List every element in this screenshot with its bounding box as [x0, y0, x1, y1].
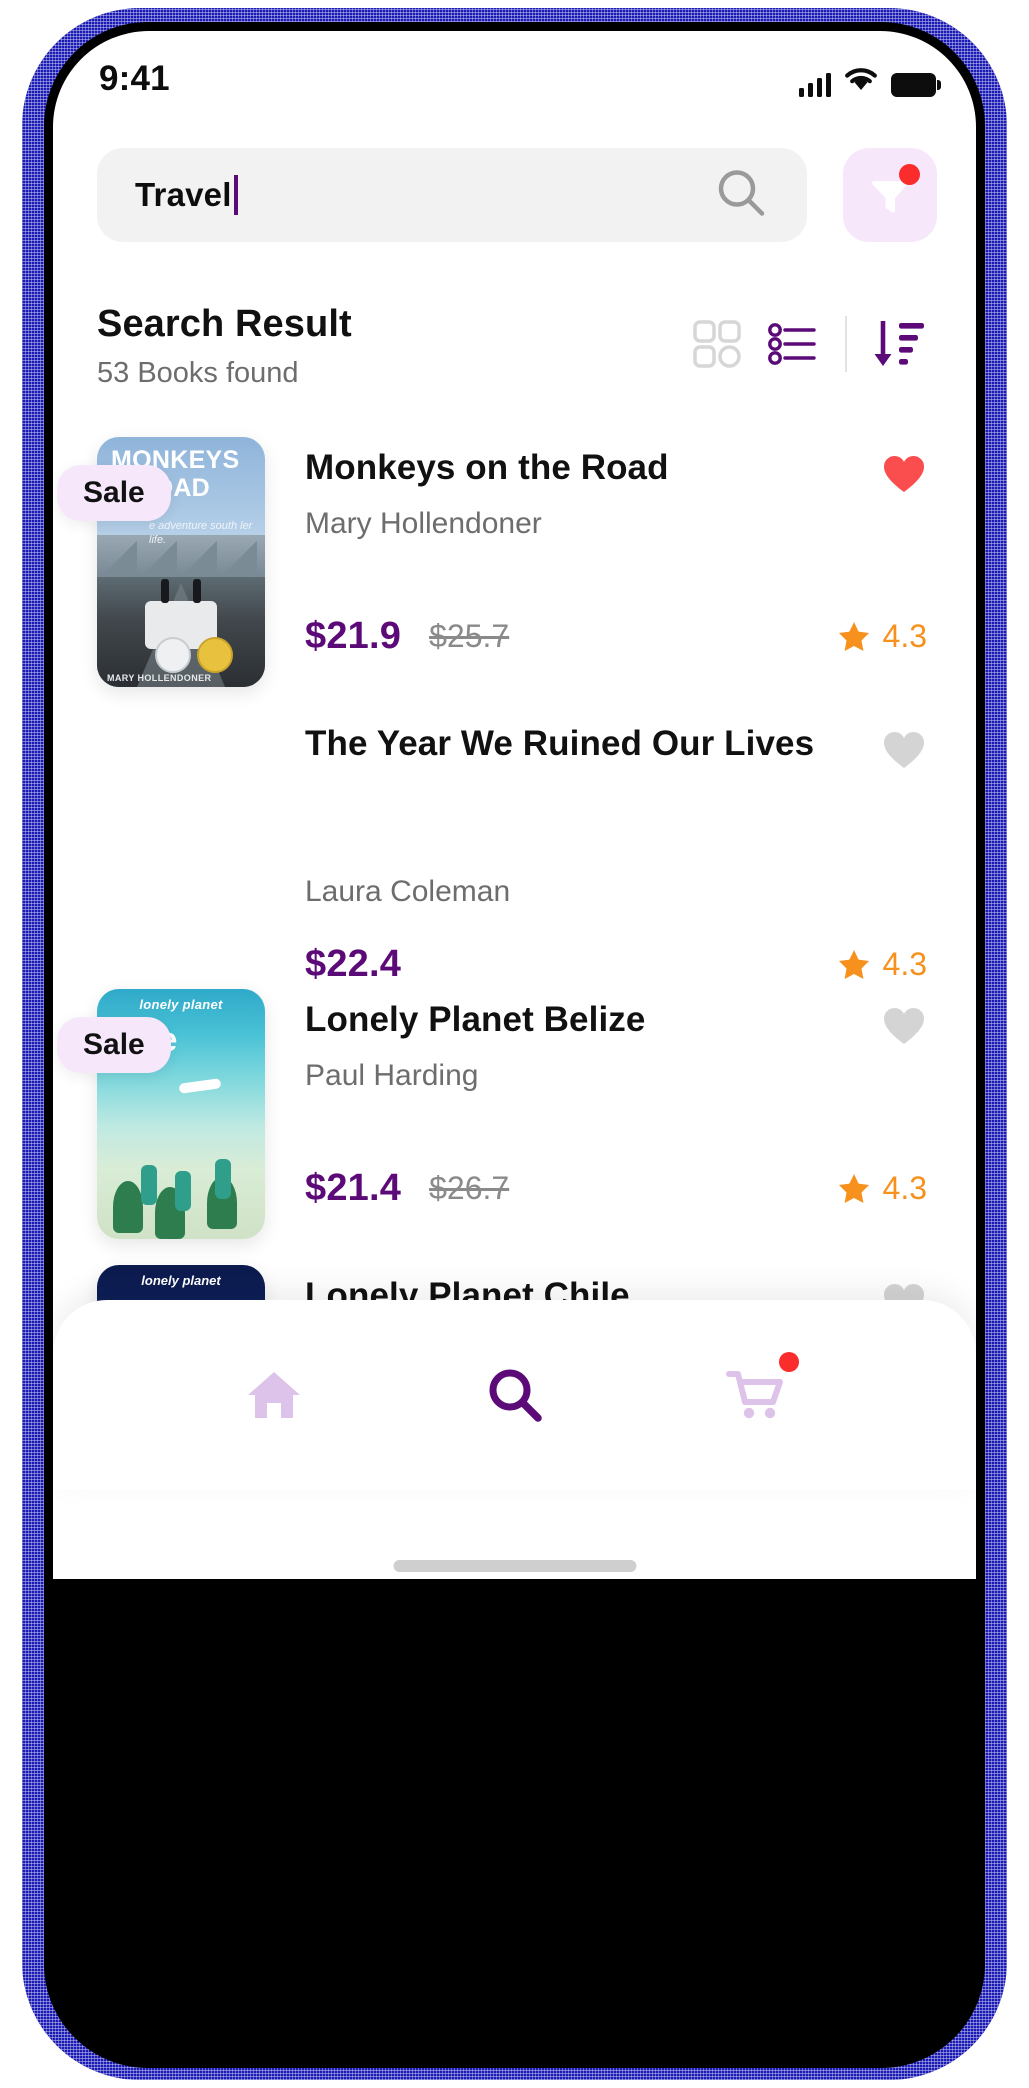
book-rating-value: 4.3 — [882, 618, 927, 654]
book-author: Laura Coleman — [305, 875, 511, 908]
book-rating-value: 4.3 — [882, 946, 927, 982]
wifi-icon — [844, 66, 878, 97]
book-rating: 4.3 — [837, 1170, 927, 1207]
star-icon — [838, 621, 869, 651]
page-title: Search Result — [97, 303, 352, 345]
price-row: $21.4 $26.7 4.3 — [305, 1167, 935, 1210]
grid-view-icon — [693, 320, 741, 368]
heart-icon — [883, 731, 925, 768]
cover-kayak — [215, 1159, 231, 1199]
list-item[interactable]: Sale MONKEYS E ROAD e adventure south le… — [53, 429, 976, 705]
search-row: Travel — [97, 135, 937, 255]
cover-brand: lonely planet — [141, 1273, 221, 1288]
book-info: Lonely Planet Belize Paul Harding $21.4 … — [305, 999, 935, 1247]
book-price: $22.4 — [305, 943, 402, 985]
book-cover[interactable]: Sale lonely planet ize — [57, 989, 265, 1239]
favorite-button[interactable] — [881, 1003, 927, 1049]
star-icon — [838, 1173, 869, 1203]
result-header: Search Result 53 Books found — [97, 303, 937, 395]
phone-screen: 9:41 Travel Search Result 53 Books found… — [53, 31, 976, 1459]
heart-icon — [883, 455, 925, 492]
status-bar: 9:41 — [53, 31, 976, 135]
book-cover[interactable]: "You will love this book." —Jane Goodall… — [97, 713, 265, 963]
heart-icon — [883, 1007, 925, 1044]
sale-badge: Sale — [57, 465, 171, 521]
book-title: Lonely Planet Belize — [305, 1000, 646, 1039]
book-title: The Year We Ruined Our Lives — [305, 724, 815, 763]
book-price: $21.4 — [305, 1167, 402, 1209]
list-item[interactable]: Sale lonely planet ize Lonely Plane — [53, 981, 976, 1257]
book-info: Monkeys on the Road Mary Hollendoner $21… — [305, 447, 935, 695]
status-bar-time: 9:41 — [99, 59, 170, 98]
status-bar-icons — [798, 65, 941, 97]
book-cover[interactable]: Sale MONKEYS E ROAD e adventure south le… — [57, 437, 265, 687]
sort-button[interactable] — [861, 313, 937, 375]
grid-view-button[interactable] — [679, 313, 755, 375]
book-rating: 4.3 — [837, 946, 927, 983]
cover-kayak — [175, 1171, 191, 1211]
list-view-button[interactable] — [755, 313, 831, 375]
list-view-icon — [768, 323, 816, 365]
book-rating-value: 4.3 — [882, 1170, 927, 1206]
cover-brand: lonely planet — [139, 997, 223, 1012]
star-icon — [838, 949, 869, 979]
sort-descending-icon — [874, 321, 924, 366]
list-item[interactable]: "You will love this book." —Jane Goodall… — [53, 705, 976, 985]
cover-boat — [178, 1078, 222, 1094]
book-price: $21.9 — [305, 615, 402, 657]
cover-award-seal — [155, 637, 191, 673]
shopping-cart-icon — [725, 1371, 783, 1419]
result-count: 53 Books found — [97, 357, 299, 389]
bottom-navigation-bar — [53, 1300, 976, 1490]
divider — [845, 316, 847, 372]
cover-people — [157, 577, 205, 603]
price-row: $21.9 $25.7 4.3 — [305, 615, 935, 658]
book-old-price: $25.7 — [429, 618, 510, 654]
cover-award-seal — [197, 637, 233, 673]
book-rating: 4.3 — [837, 618, 927, 655]
search-input-value: Travel — [135, 176, 232, 213]
home-icon — [247, 1372, 300, 1418]
cellular-signal-icon — [798, 73, 831, 97]
book-old-price: $26.7 — [429, 1170, 510, 1206]
sale-badge: Sale — [57, 1017, 171, 1073]
favorite-button[interactable] — [881, 727, 927, 773]
favorite-button[interactable] — [881, 451, 927, 497]
nav-item-home[interactable] — [219, 1340, 329, 1450]
book-info: The Year We Ruined Our Lives Laura Colem… — [305, 723, 935, 985]
cover-author-text: MARY HOLLENDONER — [107, 673, 212, 683]
cart-notification-badge — [778, 1352, 799, 1372]
phone-mockup: 9:41 Travel Search Result 53 Books found… — [0, 0, 1029, 2088]
battery-icon — [891, 73, 941, 97]
search-icon[interactable] — [713, 165, 769, 226]
price-row: $22.4 4.3 — [305, 943, 935, 986]
filter-button[interactable] — [843, 148, 937, 242]
cover-tagline: e adventure south ler life. — [149, 520, 253, 547]
view-controls — [679, 313, 937, 375]
nav-item-search[interactable] — [460, 1340, 570, 1450]
cover-palm — [113, 1181, 143, 1233]
nav-item-cart[interactable] — [701, 1340, 811, 1450]
search-input[interactable]: Travel — [97, 148, 807, 242]
filter-notification-badge — [899, 164, 920, 185]
cover-kayak — [141, 1165, 157, 1205]
book-author: Paul Harding — [305, 1059, 479, 1092]
text-cursor — [233, 175, 238, 215]
search-icon — [489, 1369, 542, 1422]
book-author: Mary Hollendoner — [305, 507, 542, 540]
home-indicator — [393, 1560, 636, 1572]
book-title: Monkeys on the Road — [305, 448, 669, 487]
